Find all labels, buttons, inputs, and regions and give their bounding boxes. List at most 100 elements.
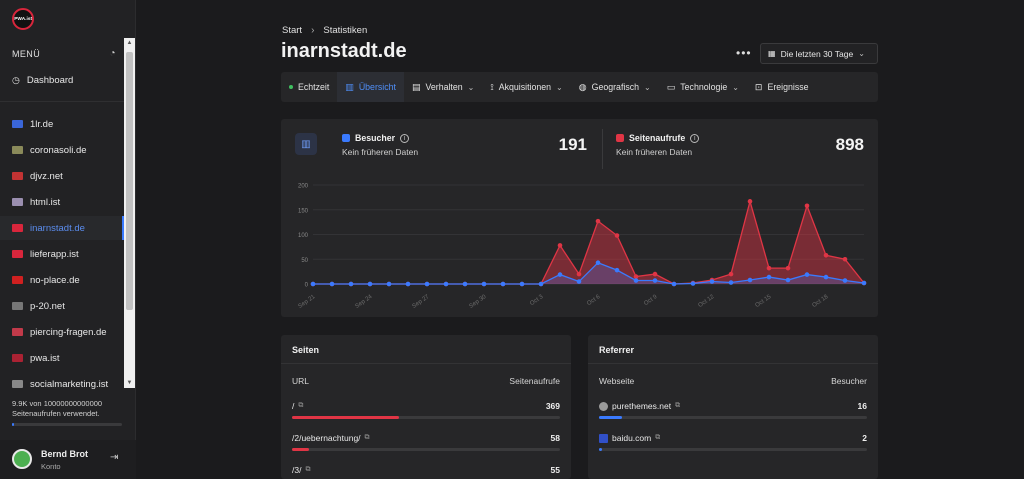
sidebar-item-label: inarnstadt.de xyxy=(30,222,85,234)
referrer-col-site: Webseite xyxy=(599,376,635,386)
external-link-icon[interactable]: ⧉ xyxy=(298,402,303,410)
info-icon[interactable]: i xyxy=(690,133,700,143)
date-range-button[interactable]: ▦ Die letzten 30 Tage ⌄ xyxy=(760,43,878,64)
data-point xyxy=(823,252,829,258)
tab-label: Echtzeit xyxy=(298,82,330,92)
sidebar-item-site[interactable]: lieferapp.ist xyxy=(0,242,124,266)
metric-divider xyxy=(602,129,603,169)
technology-icon: ▭ xyxy=(666,81,676,92)
scroll-up-icon[interactable]: ▲ xyxy=(124,40,135,46)
card-divider xyxy=(588,363,878,364)
sidebar-item-site[interactable]: html.ist xyxy=(0,190,124,214)
breadcrumb-current: Statistiken xyxy=(323,25,368,36)
more-options-icon[interactable]: ••• xyxy=(736,46,752,60)
user-role: Konto xyxy=(41,462,61,471)
pageviews-label-row: Seitenaufrufe i xyxy=(616,133,700,143)
row-link[interactable]: /2/uebernachtung/ ⧉ xyxy=(292,433,370,443)
data-point xyxy=(329,281,335,287)
row-value: 55 xyxy=(550,465,560,475)
sidebar-item-site[interactable]: inarnstadt.de xyxy=(0,216,124,240)
tab-geografisch[interactable]: ◍ Geografisch ⌄ xyxy=(571,72,659,102)
data-point xyxy=(557,243,563,248)
external-link-icon[interactable]: ⧉ xyxy=(675,402,680,410)
row-link[interactable]: baidu.com ⧉ xyxy=(599,433,660,443)
data-point xyxy=(861,280,867,286)
scrollbar-thumb[interactable] xyxy=(126,52,133,310)
tab-akquisitionen[interactable]: ⟟ Akquisitionen ⌄ xyxy=(482,72,570,102)
traffic-chart: 0 50 100 150 200 Sep 21 Sep 24 Sep 27 Sep 30 Oct … xyxy=(297,184,867,310)
x-tick-label: Sep 21 xyxy=(297,294,317,310)
data-point xyxy=(424,281,430,287)
data-point xyxy=(595,218,601,224)
pie-chart-icon[interactable]: ◔ xyxy=(110,48,116,59)
data-point xyxy=(614,267,620,273)
data-point xyxy=(348,281,354,287)
external-link-icon[interactable]: ⧉ xyxy=(365,434,370,442)
app-logo[interactable]: PWA.ist xyxy=(12,8,34,30)
sidebar-scrollbar[interactable]: ▲ ▼ xyxy=(124,38,135,388)
sidebar-item-site[interactable]: coronasoli.de xyxy=(0,138,124,162)
scroll-down-icon[interactable]: ▼ xyxy=(124,380,135,386)
avatar[interactable] xyxy=(12,449,32,469)
sidebar-item-site[interactable]: 1lr.de xyxy=(0,112,124,136)
row-value: 369 xyxy=(545,401,560,411)
tab-echtzeit[interactable]: Echtzeit xyxy=(281,72,337,102)
visitors-metric: Besucher i Kein früheren Daten 191 xyxy=(342,119,587,170)
y-tick-label: 150 xyxy=(298,208,309,214)
tab-verhalten[interactable]: ▤ Verhalten ⌄ xyxy=(404,72,482,102)
chevron-down-icon: ⌄ xyxy=(644,82,651,92)
row-link[interactable]: /3/⧉ xyxy=(292,465,310,475)
menu-label: MENÜ xyxy=(12,48,41,59)
row-link[interactable]: purethemes.net ⧉ xyxy=(599,401,680,411)
sidebar-item-site[interactable]: p-20.net xyxy=(0,294,124,318)
x-tick-label: Sep 24 xyxy=(354,294,374,310)
row-label-text: /3/ xyxy=(292,465,302,475)
sidebar-item-label: html.ist xyxy=(30,196,61,208)
row-link[interactable]: / ⧉ xyxy=(292,401,303,411)
site-favicon-icon xyxy=(12,172,23,180)
logout-icon[interactable]: ⇥ xyxy=(110,452,118,463)
data-point xyxy=(576,271,582,277)
external-link-icon[interactable]: ⧉ xyxy=(305,466,310,474)
sidebar-item-dashboard[interactable]: ◷ Dashboard xyxy=(0,68,124,92)
sidebar-item-site[interactable]: pwa.ist xyxy=(0,346,124,370)
stats-card: ▥ Besucher i Kein früheren Daten 191 Sei… xyxy=(281,119,878,317)
visitors-label: Besucher xyxy=(355,133,396,143)
pageviews-sub: Kein früheren Daten xyxy=(616,147,693,157)
sidebar-item-site[interactable]: djvz.net xyxy=(0,164,124,188)
tab-technologie[interactable]: ▭ Technologie ⌄ xyxy=(659,72,747,102)
sidebar-item-site[interactable]: piercing-fragen.de xyxy=(0,320,124,344)
data-point xyxy=(652,271,658,277)
menu-header: MENÜ ◔ xyxy=(12,48,116,59)
data-point xyxy=(595,260,601,266)
live-dot-icon xyxy=(289,85,293,89)
site-favicon-icon xyxy=(12,354,23,362)
calendar-icon: ▦ xyxy=(768,49,776,58)
data-point xyxy=(538,281,544,287)
breadcrumb-start[interactable]: Start xyxy=(282,25,302,36)
data-point xyxy=(804,203,810,209)
usage-text: 9.9K von 10000000000000 Seitenaufrufen v… xyxy=(12,399,103,418)
info-icon[interactable]: i xyxy=(400,133,410,143)
overview-icon: ▥ xyxy=(345,81,354,92)
sidebar-item-label: coronasoli.de xyxy=(30,144,87,156)
referrer-card-title: Referrer xyxy=(599,345,635,355)
sidebar-item-label: pwa.ist xyxy=(30,352,60,364)
site-favicon-icon xyxy=(12,276,23,284)
sidebar-item-site[interactable]: no-place.de xyxy=(0,268,124,292)
card-divider xyxy=(281,363,571,364)
external-link-icon[interactable]: ⧉ xyxy=(655,434,660,442)
data-point xyxy=(766,274,772,280)
data-point xyxy=(709,279,715,284)
tab-übersicht[interactable]: ▥ Übersicht xyxy=(337,72,404,102)
data-point xyxy=(405,281,411,287)
date-range-label: Die letzten 30 Tage xyxy=(780,48,854,59)
y-tick-label: 100 xyxy=(298,233,309,239)
sidebar-item-label: 1lr.de xyxy=(30,118,54,130)
sidebar-item-site[interactable]: socialmarketing.ist xyxy=(0,372,124,396)
user-panel: Bernd Brot Konto ⇥ xyxy=(0,440,136,479)
pageviews-swatch xyxy=(616,134,624,142)
y-tick-label: 200 xyxy=(298,184,309,190)
chart-icon: ▥ xyxy=(295,133,317,155)
tab-ereignisse[interactable]: ⊡ Ereignisse xyxy=(747,72,817,102)
